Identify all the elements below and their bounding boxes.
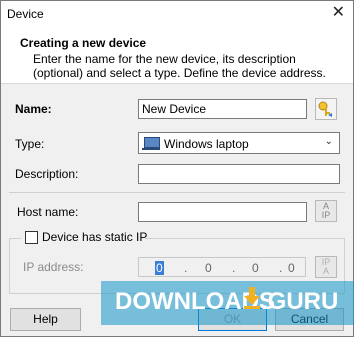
separator xyxy=(9,192,345,193)
key-icon-button[interactable] xyxy=(315,98,337,120)
ip-address-label: IP address: xyxy=(23,260,84,274)
download-arrow-icon xyxy=(244,287,260,309)
resolve-host-button[interactable]: IP A xyxy=(315,256,337,278)
resolve-ip-button[interactable]: A IP xyxy=(315,200,337,222)
ip-dot: . xyxy=(279,261,283,275)
laptop-icon xyxy=(142,137,160,150)
device-dialog: Device ✕ Creating a new device Enter the… xyxy=(0,0,354,337)
host-name-label: Host name: xyxy=(17,205,79,219)
resolve-host-icon-bottom: A xyxy=(322,266,329,276)
description-label: Description: xyxy=(15,167,79,181)
description-field[interactable] xyxy=(138,164,340,184)
help-button[interactable]: Help xyxy=(10,308,81,331)
ip-dot: . xyxy=(184,261,188,275)
ip-dot: . xyxy=(232,261,236,275)
resolve-ip-icon-bottom: IP xyxy=(321,210,331,220)
type-selected-value: Windows laptop xyxy=(164,137,249,151)
name-label: Name: xyxy=(15,102,52,116)
header-title: Creating a new device xyxy=(20,36,147,50)
ip-segment-2[interactable]: 0 xyxy=(205,261,212,275)
downloads-guru-watermark: DOWNLOADS .GURU xyxy=(101,281,354,325)
header-description: Enter the name for the new device, its d… xyxy=(33,52,326,80)
dialog-header: Creating a new device Enter the name for… xyxy=(1,28,353,84)
host-name-field[interactable] xyxy=(138,202,307,222)
static-ip-label[interactable]: Device has static IP xyxy=(42,230,147,244)
type-label: Type: xyxy=(15,137,45,151)
window-title: Device xyxy=(7,7,44,21)
ip-address-field[interactable]: 0 . 0 . 0 . 0 xyxy=(138,257,306,277)
ip-segment-3[interactable]: 0 xyxy=(252,261,259,275)
static-ip-checkbox[interactable] xyxy=(25,231,38,244)
ip-segment-4[interactable]: 0 xyxy=(288,261,295,275)
chevron-down-icon: ⌄ xyxy=(324,136,333,147)
name-field[interactable]: New Device xyxy=(138,99,307,119)
ip-segment-1[interactable]: 0 xyxy=(155,261,164,275)
title-bar: Device ✕ xyxy=(1,1,353,28)
close-icon[interactable]: ✕ xyxy=(332,4,345,22)
key-icon xyxy=(318,101,332,117)
type-select[interactable]: Windows laptop ⌄ xyxy=(138,132,340,154)
resolve-host-icon: IP A xyxy=(316,257,336,276)
resolve-ip-icon: A IP xyxy=(316,201,336,220)
watermark-text-right: .GURU xyxy=(261,288,339,315)
